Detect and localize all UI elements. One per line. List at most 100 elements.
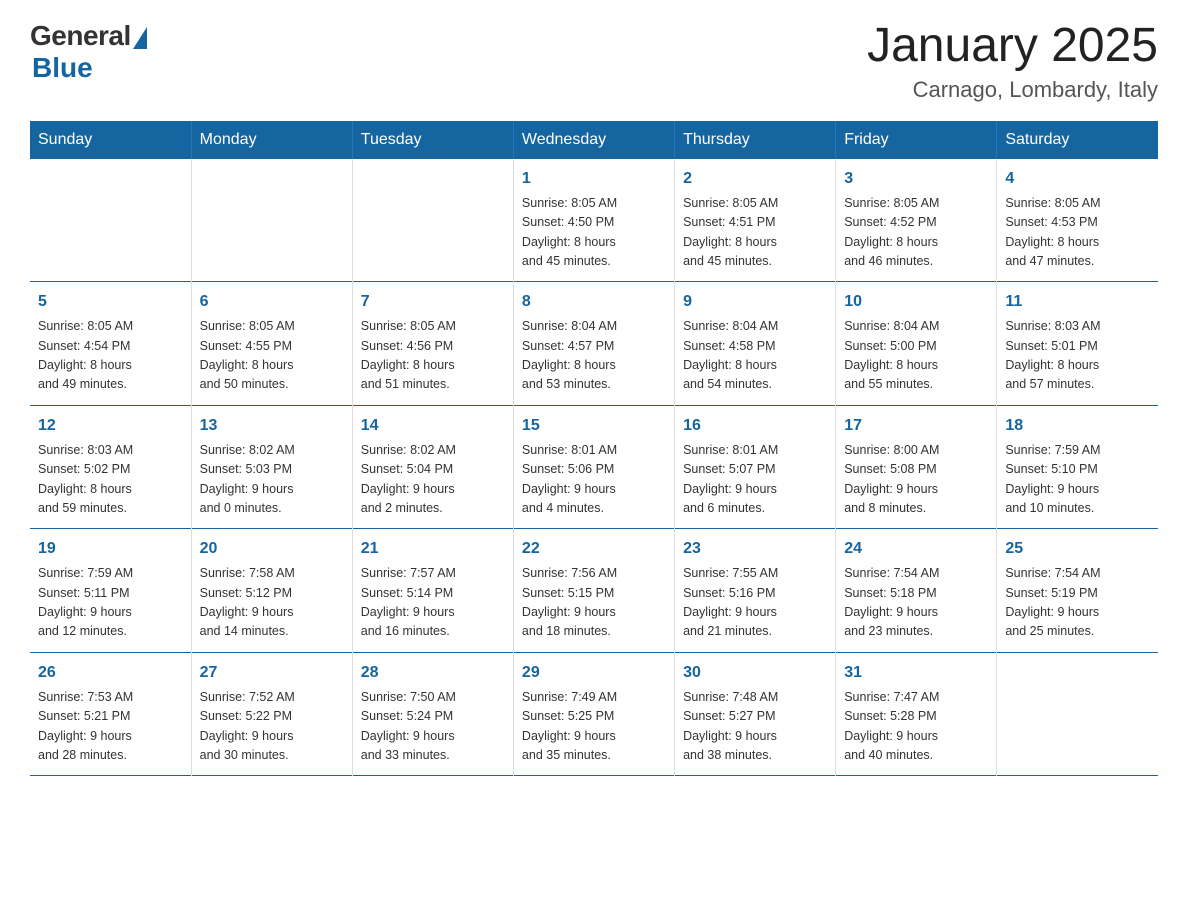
calendar-cell: 18Sunrise: 7:59 AMSunset: 5:10 PMDayligh… <box>997 405 1158 529</box>
day-info: Sunrise: 7:58 AMSunset: 5:12 PMDaylight:… <box>200 564 344 642</box>
calendar-cell: 17Sunrise: 8:00 AMSunset: 5:08 PMDayligh… <box>836 405 997 529</box>
day-info: Sunrise: 7:59 AMSunset: 5:11 PMDaylight:… <box>38 564 183 642</box>
day-info: Sunrise: 7:56 AMSunset: 5:15 PMDaylight:… <box>522 564 666 642</box>
week-row-5: 26 Sunrise: 7:53 AMSunset: 5:21 PMDayligh… <box>30 652 1158 776</box>
day-number: 12 <box>38 414 183 438</box>
day-number: 7 <box>361 290 505 314</box>
day-info: Sunrise: 8:02 AMSunset: 5:03 PMDaylight:… <box>200 441 344 519</box>
day-number: 14 <box>361 414 505 438</box>
day-info: Sunrise: 7:54 AMSunset: 5:19 PMDaylight:… <box>1005 564 1150 642</box>
logo-triangle-icon <box>133 27 147 49</box>
calendar-cell: 14 Sunrise: 8:02 AMSunset: 5:04 PMDayligh… <box>352 405 513 529</box>
calendar-cell: 29 Sunrise: 7:49 AMSunset: 5:25 PMDayligh… <box>513 652 674 776</box>
calendar-header-row: SundayMondayTuesdayWednesdayThursdayFrid… <box>30 121 1158 159</box>
day-info: Sunrise: 8:04 AMSunset: 5:00 PMDaylight:… <box>844 317 988 395</box>
calendar-cell <box>191 159 352 282</box>
calendar-cell: 27 Sunrise: 7:52 AMSunset: 5:22 PMDayligh… <box>191 652 352 776</box>
month-title: January 2025 <box>867 20 1158 73</box>
day-info: Sunrise: 7:53 AMSunset: 5:21 PMDaylight:… <box>38 688 183 766</box>
calendar-cell: 21Sunrise: 7:57 AMSunset: 5:14 PMDayligh… <box>352 529 513 653</box>
day-info: Sunrise: 8:04 AMSunset: 4:58 PMDaylight:… <box>683 317 827 395</box>
day-info: Sunrise: 7:49 AMSunset: 5:25 PMDaylight:… <box>522 688 666 766</box>
day-info: Sunrise: 7:48 AMSunset: 5:27 PMDaylight:… <box>683 688 827 766</box>
day-number: 11 <box>1005 290 1150 314</box>
day-info: Sunrise: 8:05 AMSunset: 4:52 PMDaylight:… <box>844 194 988 272</box>
calendar-cell: 22 Sunrise: 7:56 AMSunset: 5:15 PMDayligh… <box>513 529 674 653</box>
logo-general-text: General <box>30 20 131 52</box>
day-info: Sunrise: 7:59 AMSunset: 5:10 PMDaylight:… <box>1005 441 1150 519</box>
column-header-saturday: Saturday <box>997 121 1158 159</box>
day-number: 13 <box>200 414 344 438</box>
calendar-cell: 10 Sunrise: 8:04 AMSunset: 5:00 PMDayligh… <box>836 282 997 406</box>
calendar-cell: 7 Sunrise: 8:05 AMSunset: 4:56 PMDaylight… <box>352 282 513 406</box>
day-number: 9 <box>683 290 827 314</box>
calendar-cell <box>997 652 1158 776</box>
day-number: 29 <box>522 661 666 685</box>
title-area: January 2025 Carnago, Lombardy, Italy <box>867 20 1158 103</box>
header: General Blue January 2025 Carnago, Lomba… <box>30 20 1158 103</box>
day-number: 15 <box>522 414 666 438</box>
day-info: Sunrise: 8:05 AMSunset: 4:55 PMDaylight:… <box>200 317 344 395</box>
column-header-thursday: Thursday <box>675 121 836 159</box>
calendar-cell: 1Sunrise: 8:05 AMSunset: 4:50 PMDaylight… <box>513 159 674 282</box>
calendar-cell: 13 Sunrise: 8:02 AMSunset: 5:03 PMDayligh… <box>191 405 352 529</box>
day-info: Sunrise: 8:04 AMSunset: 4:57 PMDaylight:… <box>522 317 666 395</box>
day-number: 20 <box>200 537 344 561</box>
day-info: Sunrise: 8:03 AMSunset: 5:01 PMDaylight:… <box>1005 317 1150 395</box>
calendar-cell: 3Sunrise: 8:05 AMSunset: 4:52 PMDaylight… <box>836 159 997 282</box>
calendar-cell: 11 Sunrise: 8:03 AMSunset: 5:01 PMDayligh… <box>997 282 1158 406</box>
column-header-sunday: Sunday <box>30 121 191 159</box>
calendar-cell: 28Sunrise: 7:50 AMSunset: 5:24 PMDayligh… <box>352 652 513 776</box>
day-info: Sunrise: 8:03 AMSunset: 5:02 PMDaylight:… <box>38 441 183 519</box>
calendar-cell: 4 Sunrise: 8:05 AMSunset: 4:53 PMDaylight… <box>997 159 1158 282</box>
week-row-3: 12 Sunrise: 8:03 AMSunset: 5:02 PMDayligh… <box>30 405 1158 529</box>
day-info: Sunrise: 8:05 AMSunset: 4:56 PMDaylight:… <box>361 317 505 395</box>
day-number: 31 <box>844 661 988 685</box>
day-number: 19 <box>38 537 183 561</box>
calendar-cell: 30Sunrise: 7:48 AMSunset: 5:27 PMDayligh… <box>675 652 836 776</box>
column-header-monday: Monday <box>191 121 352 159</box>
day-number: 22 <box>522 537 666 561</box>
logo: General Blue <box>30 20 147 84</box>
day-info: Sunrise: 8:01 AMSunset: 5:07 PMDaylight:… <box>683 441 827 519</box>
column-header-friday: Friday <box>836 121 997 159</box>
calendar-table: SundayMondayTuesdayWednesdayThursdayFrid… <box>30 121 1158 777</box>
week-row-2: 5 Sunrise: 8:05 AMSunset: 4:54 PMDaylight… <box>30 282 1158 406</box>
day-number: 2 <box>683 167 827 191</box>
calendar-cell: 5 Sunrise: 8:05 AMSunset: 4:54 PMDaylight… <box>30 282 191 406</box>
day-info: Sunrise: 8:01 AMSunset: 5:06 PMDaylight:… <box>522 441 666 519</box>
day-number: 21 <box>361 537 505 561</box>
day-number: 28 <box>361 661 505 685</box>
calendar-cell: 25 Sunrise: 7:54 AMSunset: 5:19 PMDayligh… <box>997 529 1158 653</box>
day-info: Sunrise: 8:02 AMSunset: 5:04 PMDaylight:… <box>361 441 505 519</box>
day-info: Sunrise: 8:05 AMSunset: 4:51 PMDaylight:… <box>683 194 827 272</box>
day-info: Sunrise: 7:55 AMSunset: 5:16 PMDaylight:… <box>683 564 827 642</box>
calendar-cell: 6 Sunrise: 8:05 AMSunset: 4:55 PMDaylight… <box>191 282 352 406</box>
calendar-cell: 16Sunrise: 8:01 AMSunset: 5:07 PMDayligh… <box>675 405 836 529</box>
day-number: 10 <box>844 290 988 314</box>
day-number: 26 <box>38 661 183 685</box>
calendar-cell: 24Sunrise: 7:54 AMSunset: 5:18 PMDayligh… <box>836 529 997 653</box>
calendar-cell: 20 Sunrise: 7:58 AMSunset: 5:12 PMDayligh… <box>191 529 352 653</box>
calendar-cell: 23 Sunrise: 7:55 AMSunset: 5:16 PMDayligh… <box>675 529 836 653</box>
calendar-cell: 2 Sunrise: 8:05 AMSunset: 4:51 PMDaylight… <box>675 159 836 282</box>
column-header-wednesday: Wednesday <box>513 121 674 159</box>
day-number: 6 <box>200 290 344 314</box>
day-number: 4 <box>1005 167 1150 191</box>
day-info: Sunrise: 7:52 AMSunset: 5:22 PMDaylight:… <box>200 688 344 766</box>
calendar-cell: 9 Sunrise: 8:04 AMSunset: 4:58 PMDaylight… <box>675 282 836 406</box>
day-info: Sunrise: 8:05 AMSunset: 4:53 PMDaylight:… <box>1005 194 1150 272</box>
week-row-4: 19 Sunrise: 7:59 AMSunset: 5:11 PMDayligh… <box>30 529 1158 653</box>
calendar-cell: 8 Sunrise: 8:04 AMSunset: 4:57 PMDaylight… <box>513 282 674 406</box>
day-number: 23 <box>683 537 827 561</box>
calendar-cell: 12 Sunrise: 8:03 AMSunset: 5:02 PMDayligh… <box>30 405 191 529</box>
day-info: Sunrise: 8:00 AMSunset: 5:08 PMDaylight:… <box>844 441 988 519</box>
calendar-cell <box>30 159 191 282</box>
location-subtitle: Carnago, Lombardy, Italy <box>867 77 1158 103</box>
day-number: 25 <box>1005 537 1150 561</box>
day-info: Sunrise: 8:05 AMSunset: 4:54 PMDaylight:… <box>38 317 183 395</box>
day-number: 5 <box>38 290 183 314</box>
day-number: 27 <box>200 661 344 685</box>
day-number: 8 <box>522 290 666 314</box>
calendar-cell: 26 Sunrise: 7:53 AMSunset: 5:21 PMDayligh… <box>30 652 191 776</box>
